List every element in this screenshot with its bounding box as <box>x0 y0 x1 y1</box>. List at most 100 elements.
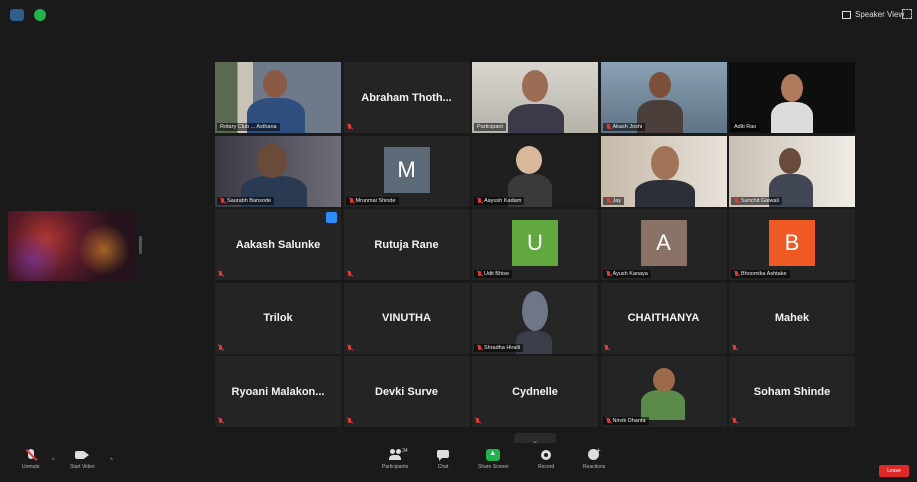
participant-name: Ryoani Malakon... <box>231 385 325 398</box>
record-button[interactable]: Record <box>538 449 554 470</box>
video-camera-icon <box>75 449 90 461</box>
participant-tile[interactable]: Trilok <box>215 282 341 354</box>
participant-name-label: Jay <box>602 196 625 205</box>
fullscreen-icon[interactable] <box>902 9 912 19</box>
record-icon <box>539 449 553 461</box>
participant-tile[interactable]: A Ayush Kanaya <box>600 209 727 280</box>
participants-count: 34 <box>402 448 408 454</box>
participant-tile[interactable]: CHAITHANYA <box>600 282 727 354</box>
participants-button[interactable]: 34 Participants <box>382 448 409 470</box>
participant-avatar: B <box>769 220 815 267</box>
reactions-button[interactable]: Reactions <box>583 446 606 470</box>
participant-name-label: Bhoomika Ashtake <box>731 270 790 278</box>
participant-name-label: Saurabh Bansode <box>217 196 275 205</box>
muted-microphone-icon <box>349 197 354 204</box>
participant-name-label: Sanchit Gaiwali <box>731 196 782 205</box>
grid-view-icon <box>842 10 851 19</box>
participant-tile[interactable]: Aditi Rao <box>729 62 855 133</box>
meeting-toolbar: Unmute ^ Start Video ^ 34 Participants C… <box>0 443 917 482</box>
video-options-caret-icon[interactable]: ^ <box>110 458 113 464</box>
participant-tile[interactable]: Abraham Thoth... <box>343 62 470 133</box>
participant-tile[interactable]: Aakash Salunke <box>215 209 341 280</box>
participant-name-label: Akash Joshi <box>602 123 646 131</box>
participant-avatar: M <box>383 146 430 193</box>
audio-options-caret-icon[interactable]: ^ <box>52 458 55 464</box>
participant-tile[interactable]: U Udit Bhise <box>472 209 598 280</box>
participant-tile[interactable]: Rutuja Rane <box>343 209 470 280</box>
participant-tile[interactable]: Devki Surve <box>343 356 470 427</box>
participant-name: Soham Shinde <box>753 385 831 398</box>
participant-name: Aakash Salunke <box>235 238 321 251</box>
reactions-label: Reactions <box>583 464 606 470</box>
participant-name: Mahek <box>774 312 810 324</box>
participant-tile[interactable]: Soham Shinde <box>729 356 855 427</box>
encryption-shield-icon[interactable] <box>34 9 46 21</box>
participant-tile[interactable]: Rotary Club ... Asthana <box>215 62 341 133</box>
participant-name: Trilok <box>263 312 293 324</box>
participant-tile[interactable]: Mahek <box>729 282 855 354</box>
participant-tile[interactable]: Cydnelle <box>472 356 598 427</box>
muted-microphone-icon <box>606 418 611 424</box>
participant-name-label: Shradha Hiralli <box>474 343 524 352</box>
share-screen-icon <box>486 449 501 461</box>
participant-tile[interactable]: Ryoani Malakon... <box>215 356 341 427</box>
muted-microphone-icon <box>734 271 739 277</box>
view-label: Speaker View <box>855 10 905 19</box>
participant-name-label: Mrunmai Shinde <box>345 196 399 205</box>
chat-bubble-icon <box>436 449 450 461</box>
leave-button[interactable]: Leave <box>879 465 909 477</box>
muted-microphone-icon <box>218 271 223 277</box>
participant-tile[interactable]: Jay <box>600 135 727 207</box>
muted-microphone-icon <box>477 344 482 351</box>
muted-microphone-icon <box>732 418 737 424</box>
participant-name: Abraham Thoth... <box>361 91 452 104</box>
start-video-label: Start Video <box>70 464 95 470</box>
unmute-label: Unmute <box>22 464 40 470</box>
participant-name-label: Aditi Rao <box>731 123 760 131</box>
participant-tile[interactable]: Saurabh Bansode <box>215 135 341 207</box>
shared-content-thumbnail[interactable] <box>8 211 136 281</box>
participant-tile[interactable]: M Mrunmai Shinde <box>343 135 470 207</box>
muted-microphone-icon <box>347 418 352 424</box>
participant-tile[interactable]: Aayush Kadam <box>472 135 598 207</box>
participants-label: Participants <box>382 464 409 470</box>
unmute-button[interactable]: Unmute <box>22 449 40 470</box>
participant-name: CHAITHANYA <box>627 312 700 324</box>
muted-microphone-icon <box>475 418 480 424</box>
participant-tile[interactable]: Akash Joshi <box>600 62 727 133</box>
share-screen-label: Share Screen <box>478 464 509 470</box>
participant-tile[interactable]: VINUTHA <box>343 282 470 354</box>
participant-name-label: Participant <box>474 123 506 131</box>
muted-microphone-icon <box>604 344 609 351</box>
participant-name: Devki Surve <box>375 385 438 398</box>
share-screen-button[interactable]: Share Screen <box>478 449 509 470</box>
panel-resize-handle[interactable] <box>139 236 142 254</box>
participant-tile[interactable]: Shradha Hiralli <box>472 282 598 354</box>
muted-microphone-icon <box>347 124 352 130</box>
meeting-info-icon[interactable] <box>10 9 24 21</box>
muted-microphone-icon <box>606 124 611 130</box>
participant-tile[interactable]: Sanchit Gaiwali <box>729 135 855 207</box>
chat-label: Chat <box>437 464 449 470</box>
participant-name-label: Ayush Kanaya <box>602 270 651 278</box>
chat-button[interactable]: Chat <box>436 449 450 470</box>
muted-microphone-icon <box>477 271 482 277</box>
muted-microphone-icon <box>347 271 352 277</box>
participant-name-label: Udit Bhise <box>474 270 513 278</box>
participants-icon: 34 <box>388 448 408 461</box>
participant-tile[interactable]: Nirvik Dhanta <box>600 356 727 427</box>
participant-avatar: A <box>640 220 687 267</box>
participant-name: Cydnelle <box>512 385 558 398</box>
participant-tile[interactable]: Participant <box>472 62 598 133</box>
top-bar: Speaker View <box>0 0 917 30</box>
muted-microphone-icon <box>218 344 223 351</box>
view-switch-button[interactable]: Speaker View <box>842 10 904 19</box>
participant-name: Rutuja Rane <box>374 238 439 251</box>
participant-name: VINUTHA <box>382 312 431 324</box>
participant-gallery: Rotary Club ... Asthana Abraham Thoth... P… <box>215 62 855 430</box>
participant-name-label: Nirvik Dhanta <box>602 417 649 425</box>
start-video-button[interactable]: Start Video <box>70 449 95 470</box>
participant-tile[interactable]: B Bhoomika Ashtake <box>729 209 855 280</box>
muted-microphone-icon <box>477 197 482 204</box>
muted-microphone-icon <box>220 197 225 204</box>
